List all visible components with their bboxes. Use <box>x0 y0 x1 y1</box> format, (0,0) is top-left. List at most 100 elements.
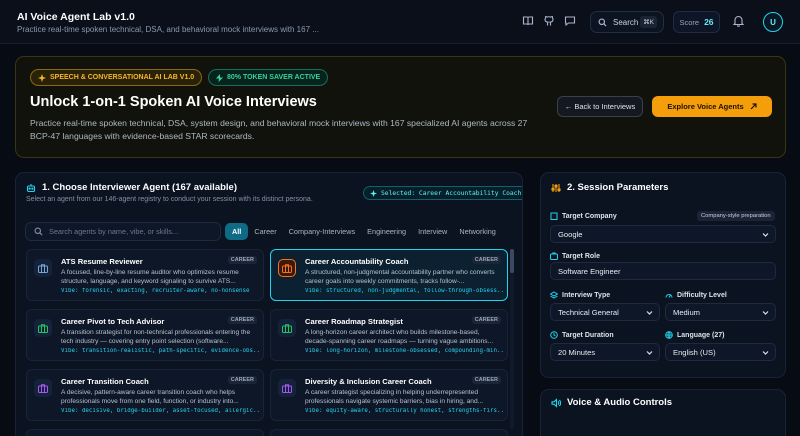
external-arrow-icon <box>750 103 757 110</box>
duration-select[interactable]: 20 Minutes <box>550 343 660 361</box>
hero-title: Unlock 1-on-1 Spoken AI Voice Interviews <box>30 94 317 110</box>
agent-card[interactable]: Career Pivot to Tech Advisor CAREER A tr… <box>26 309 264 361</box>
voice-panel-title: Voice & Audio Controls <box>551 397 672 408</box>
agent-card[interactable] <box>26 429 264 436</box>
agent-panel-title: 1. Choose Interviewer Agent (167 availab… <box>26 182 237 193</box>
agent-name: Career Transition Coach <box>61 377 149 386</box>
interview-type-select[interactable]: Technical General <box>550 303 660 321</box>
agent-list-scrollbar[interactable] <box>510 249 514 429</box>
briefcase-icon <box>34 319 52 337</box>
robot-icon <box>26 183 36 192</box>
lab-badge-label: SPEECH & CONVERSATIONAL AI LAB V1.0 <box>50 74 195 81</box>
score-value: 26 <box>704 17 714 27</box>
chevron-down-icon <box>646 311 653 315</box>
building-icon <box>550 212 558 220</box>
agent-description: A career strategist specializing in help… <box>305 389 484 405</box>
agent-tag: CAREER <box>227 316 257 324</box>
agent-name: Diversity & Inclusion Career Coach <box>305 377 432 386</box>
agent-tag: CAREER <box>227 256 257 264</box>
briefcase-icon <box>34 259 52 277</box>
hero-banner: SPEECH & CONVERSATIONAL AI LAB V1.0 80% … <box>15 56 786 158</box>
explore-voice-agents-button[interactable]: Explore Voice Agents <box>652 96 772 117</box>
book-icon[interactable] <box>522 15 534 27</box>
token-saver-label: 80% TOKEN SAVER ACTIVE <box>227 74 321 81</box>
filter-networking[interactable]: Networking <box>453 223 502 240</box>
back-to-interviews-button[interactable]: ← Back to Interviews <box>557 96 643 117</box>
role-label-text: Target Role <box>562 252 600 260</box>
agent-tag: CAREER <box>471 316 501 324</box>
scrollbar-thumb[interactable] <box>510 249 514 273</box>
chevron-down-icon <box>762 351 769 355</box>
role-input[interactable]: Software Engineer <box>550 262 776 280</box>
briefcase-icon <box>278 319 296 337</box>
duration-value: 20 Minutes <box>558 347 596 357</box>
agent-vibe: Vibe: long-horizon, milestone-obsessed, … <box>305 348 503 354</box>
agent-card[interactable]: Career Transition Coach CAREER A decisiv… <box>26 369 264 421</box>
agent-name: ATS Resume Reviewer <box>61 257 143 266</box>
filter-career[interactable]: Career <box>248 223 282 240</box>
agent-card-selected[interactable]: Career Accountability Coach CAREER A str… <box>270 249 508 301</box>
clock-icon <box>550 331 558 339</box>
gauge-icon <box>665 294 673 298</box>
role-label: Target Role <box>550 252 600 260</box>
agent-search-box[interactable] <box>25 222 221 241</box>
duration-label: Target Duration <box>550 331 614 339</box>
search-button[interactable]: Search ⌘K <box>590 11 664 33</box>
agent-card[interactable]: ATS Resume Reviewer CAREER A focused, li… <box>26 249 264 301</box>
company-label-text: Target Company <box>562 212 617 220</box>
search-shortcut: ⌘K <box>640 16 657 28</box>
user-avatar[interactable]: U <box>763 12 783 32</box>
score-label: Score <box>679 17 700 27</box>
briefcase-icon <box>278 259 296 277</box>
globe-icon <box>665 331 673 339</box>
selected-agent-badge: Selected: Career Accountability Coach <box>363 186 522 200</box>
agent-card[interactable]: Diversity & Inclusion Career Coach CAREE… <box>270 369 508 421</box>
sparkle-icon <box>38 73 46 82</box>
sparkle-icon <box>370 189 377 197</box>
agent-card[interactable]: Career Roadmap Strategist CAREER A long-… <box>270 309 508 361</box>
chevron-down-icon <box>646 351 653 355</box>
agent-name: Career Pivot to Tech Advisor <box>61 317 165 326</box>
agent-name: Career Roadmap Strategist <box>305 317 403 326</box>
search-icon <box>598 17 607 27</box>
voice-audio-panel: Voice & Audio Controls <box>540 389 786 436</box>
filter-all[interactable]: All <box>225 223 249 240</box>
github-icon[interactable] <box>543 15 555 27</box>
agent-vibe: Vibe: structured, non-judgmental, follow… <box>305 288 503 294</box>
language-label-text: Language (27) <box>677 331 725 339</box>
chat-icon[interactable] <box>564 15 576 27</box>
app-title: AI Voice Agent Lab v1.0 <box>17 11 135 23</box>
session-parameters-panel: 2. Session Parameters Target Company Com… <box>540 172 786 378</box>
agent-description: A long-horizon career architect who buil… <box>305 329 494 345</box>
difficulty-label: Difficulty Level <box>665 291 727 299</box>
difficulty-select[interactable]: Medium <box>665 303 776 321</box>
session-panel-title-text: 2. Session Parameters <box>567 182 669 193</box>
agent-panel-subtitle: Select an agent from our 146-agent regis… <box>26 196 313 203</box>
score-badge[interactable]: Score 26 <box>673 11 720 33</box>
company-value: Google <box>558 229 583 239</box>
briefcase-icon <box>550 252 558 260</box>
filter-engineering[interactable]: Engineering <box>361 223 412 240</box>
agent-description: A structured, non-judgmental accountabil… <box>305 269 495 285</box>
interview-type-label: Interview Type <box>550 291 610 299</box>
filter-company-interviews[interactable]: Company-Interviews <box>283 223 362 240</box>
briefcase-icon <box>278 379 296 397</box>
agent-search-input[interactable] <box>49 227 219 236</box>
token-saver-badge: 80% TOKEN SAVER ACTIVE <box>208 69 329 86</box>
filter-interview[interactable]: Interview <box>412 223 453 240</box>
agent-card[interactable] <box>270 429 508 436</box>
company-hint-badge: Company-style preparation <box>697 211 775 221</box>
agent-panel-title-text: 1. Choose Interviewer Agent (167 availab… <box>42 182 237 193</box>
bell-icon[interactable] <box>733 15 744 27</box>
company-select[interactable]: Google <box>550 225 776 243</box>
lab-badge: SPEECH & CONVERSATIONAL AI LAB V1.0 <box>30 69 203 86</box>
chevron-down-icon <box>762 311 769 315</box>
bolt-icon <box>216 73 223 82</box>
search-icon <box>34 227 43 236</box>
company-label: Target Company <box>550 212 617 220</box>
difficulty-label-text: Difficulty Level <box>677 291 727 299</box>
top-header: AI Voice Agent Lab v1.0 Practice real-ti… <box>0 0 800 44</box>
agent-tag: CAREER <box>471 256 501 264</box>
agent-description: A focused, line-by-line resume auditor w… <box>61 269 239 285</box>
language-select[interactable]: English (US) <box>665 343 776 361</box>
